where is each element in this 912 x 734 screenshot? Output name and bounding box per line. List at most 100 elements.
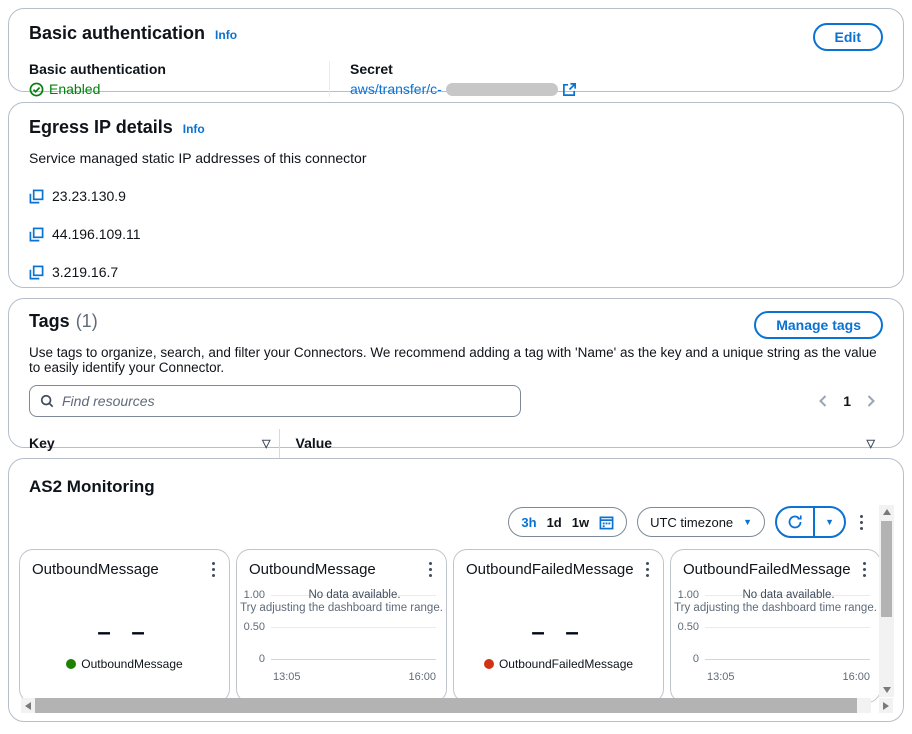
axis-line xyxy=(271,659,436,660)
egress-ip-address: 44.196.109.11 xyxy=(52,226,141,242)
widget-menu-button[interactable] xyxy=(425,558,436,581)
widget-outbound-failed-value: OutboundFailedMessage – – OutboundFailed… xyxy=(453,549,664,703)
widget-menu-button[interactable] xyxy=(642,558,653,581)
search-icon xyxy=(40,394,54,408)
egress-ip-row: 44.196.109.11 xyxy=(29,226,883,242)
no-data-message: No data available. xyxy=(701,589,876,601)
copy-icon[interactable] xyxy=(29,265,44,280)
basic-authentication-panel: Basic authentication Info Edit Basic aut… xyxy=(8,8,904,92)
x-axis-tick: 13:05 xyxy=(707,671,735,683)
chevron-down-icon: ▼ xyxy=(743,517,752,527)
x-axis-tick: 16:00 xyxy=(408,671,436,683)
next-page-button[interactable] xyxy=(865,394,877,408)
y-axis-tick: 1.00 xyxy=(237,589,265,601)
edit-button[interactable]: Edit xyxy=(813,23,883,51)
external-link-icon xyxy=(562,82,577,97)
y-axis-tick: 0.50 xyxy=(671,621,699,633)
axis-line xyxy=(705,659,870,660)
no-data-hint: Try adjusting the dashboard time range. xyxy=(671,602,880,614)
basic-auth-status: Enabled xyxy=(49,81,100,97)
widget-outbound-message-value: OutboundMessage – – OutboundMessage xyxy=(19,549,230,703)
time-range-3h[interactable]: 3h xyxy=(521,515,536,530)
y-axis-tick: 1.00 xyxy=(671,589,699,601)
monitoring-menu-button[interactable] xyxy=(856,511,867,534)
search-input[interactable] xyxy=(62,393,510,409)
egress-title: Egress IP details xyxy=(29,117,173,138)
tags-description: Use tags to organize, search, and filter… xyxy=(29,345,883,375)
refresh-icon xyxy=(787,514,803,530)
copy-icon[interactable] xyxy=(29,227,44,242)
egress-ip-address: 3.219.16.7 xyxy=(52,264,118,280)
egress-ip-panel: Egress IP details Info Service managed s… xyxy=(8,102,904,288)
time-range-1d[interactable]: 1d xyxy=(547,515,562,530)
filter-icon[interactable]: ▽ xyxy=(867,437,875,450)
egress-ip-address: 23.23.130.9 xyxy=(52,188,126,204)
chart-area: No data available. Try adjusting the das… xyxy=(671,581,880,697)
legend-item[interactable]: OutboundFailedMessage xyxy=(454,657,663,671)
gridline xyxy=(271,627,436,628)
timezone-label: UTC timezone xyxy=(650,515,733,530)
vertical-scrollbar[interactable] xyxy=(879,505,894,697)
secret-redaction xyxy=(446,83,558,96)
basic-auth-field-label: Basic authentication xyxy=(29,61,329,77)
gridline xyxy=(705,627,870,628)
scroll-down-arrow[interactable] xyxy=(879,683,894,697)
horizontal-scrollbar[interactable] xyxy=(21,698,871,713)
scroll-up-arrow[interactable] xyxy=(879,505,894,519)
egress-info-link[interactable]: Info xyxy=(183,122,205,136)
tags-title: Tags xyxy=(29,311,70,332)
egress-ip-row: 3.219.16.7 xyxy=(29,264,883,280)
legend-label: OutboundFailedMessage xyxy=(499,657,633,671)
calendar-icon[interactable] xyxy=(599,515,614,530)
no-data-hint: Try adjusting the dashboard time range. xyxy=(237,602,446,614)
egress-ip-row: 23.23.130.9 xyxy=(29,188,883,204)
copy-icon[interactable] xyxy=(29,189,44,204)
filter-icon[interactable]: ▽ xyxy=(262,437,270,450)
refresh-split-button: ▼ xyxy=(775,506,846,538)
widget-outbound-failed-chart: OutboundFailedMessage No data available.… xyxy=(670,549,881,703)
legend-label: OutboundMessage xyxy=(81,657,182,671)
refresh-button[interactable] xyxy=(777,508,813,536)
chart-area: No data available. Try adjusting the das… xyxy=(237,581,446,697)
widget-title: OutboundMessage xyxy=(249,561,376,578)
widget-value: – – xyxy=(454,619,663,647)
widget-outbound-message-chart: OutboundMessage No data available. Try a… xyxy=(236,549,447,703)
secret-link[interactable]: aws/transfer/c- xyxy=(350,81,577,97)
as2-monitoring-panel: AS2 Monitoring 3h 1d 1w UTC timezone ▼ ▼ xyxy=(8,458,904,722)
basic-auth-title: Basic authentication xyxy=(29,23,205,44)
basic-auth-info-link[interactable]: Info xyxy=(215,28,237,42)
x-axis-tick: 13:05 xyxy=(273,671,301,683)
widget-menu-button[interactable] xyxy=(208,558,219,581)
widget-menu-button[interactable] xyxy=(859,558,870,581)
timezone-dropdown[interactable]: UTC timezone ▼ xyxy=(637,507,765,537)
widget-title: OutboundMessage xyxy=(32,561,159,578)
vertical-scrollbar-thumb[interactable] xyxy=(881,521,892,617)
egress-description: Service managed static IP addresses of t… xyxy=(29,150,883,166)
find-resources-search[interactable] xyxy=(29,385,521,417)
time-range-control: 3h 1d 1w xyxy=(508,507,627,537)
refresh-options-button[interactable]: ▼ xyxy=(813,508,844,536)
horizontal-scrollbar-thumb[interactable] xyxy=(35,698,857,713)
legend-dot-icon xyxy=(66,659,76,669)
secret-value-prefix: aws/transfer/c- xyxy=(350,81,442,97)
y-axis-tick: 0 xyxy=(237,653,265,665)
column-header-key: Key xyxy=(29,435,55,451)
monitoring-title: AS2 Monitoring xyxy=(9,473,903,497)
scroll-right-arrow[interactable] xyxy=(879,698,893,713)
x-axis-tick: 16:00 xyxy=(842,671,870,683)
manage-tags-button[interactable]: Manage tags xyxy=(754,311,883,339)
tags-count: (1) xyxy=(76,311,98,332)
current-page: 1 xyxy=(843,393,851,409)
tags-panel: Tags (1) Manage tags Use tags to organiz… xyxy=(8,298,904,448)
secret-field-label: Secret xyxy=(350,61,883,77)
chevron-down-icon: ▼ xyxy=(825,517,834,527)
y-axis-tick: 0.50 xyxy=(237,621,265,633)
widget-value: – – xyxy=(20,619,229,647)
legend-item[interactable]: OutboundMessage xyxy=(20,657,229,671)
legend-dot-icon xyxy=(484,659,494,669)
column-header-value: Value xyxy=(296,435,333,451)
previous-page-button[interactable] xyxy=(817,394,829,408)
scroll-left-arrow[interactable] xyxy=(21,698,35,713)
check-circle-icon xyxy=(29,82,44,97)
time-range-1w[interactable]: 1w xyxy=(572,515,589,530)
